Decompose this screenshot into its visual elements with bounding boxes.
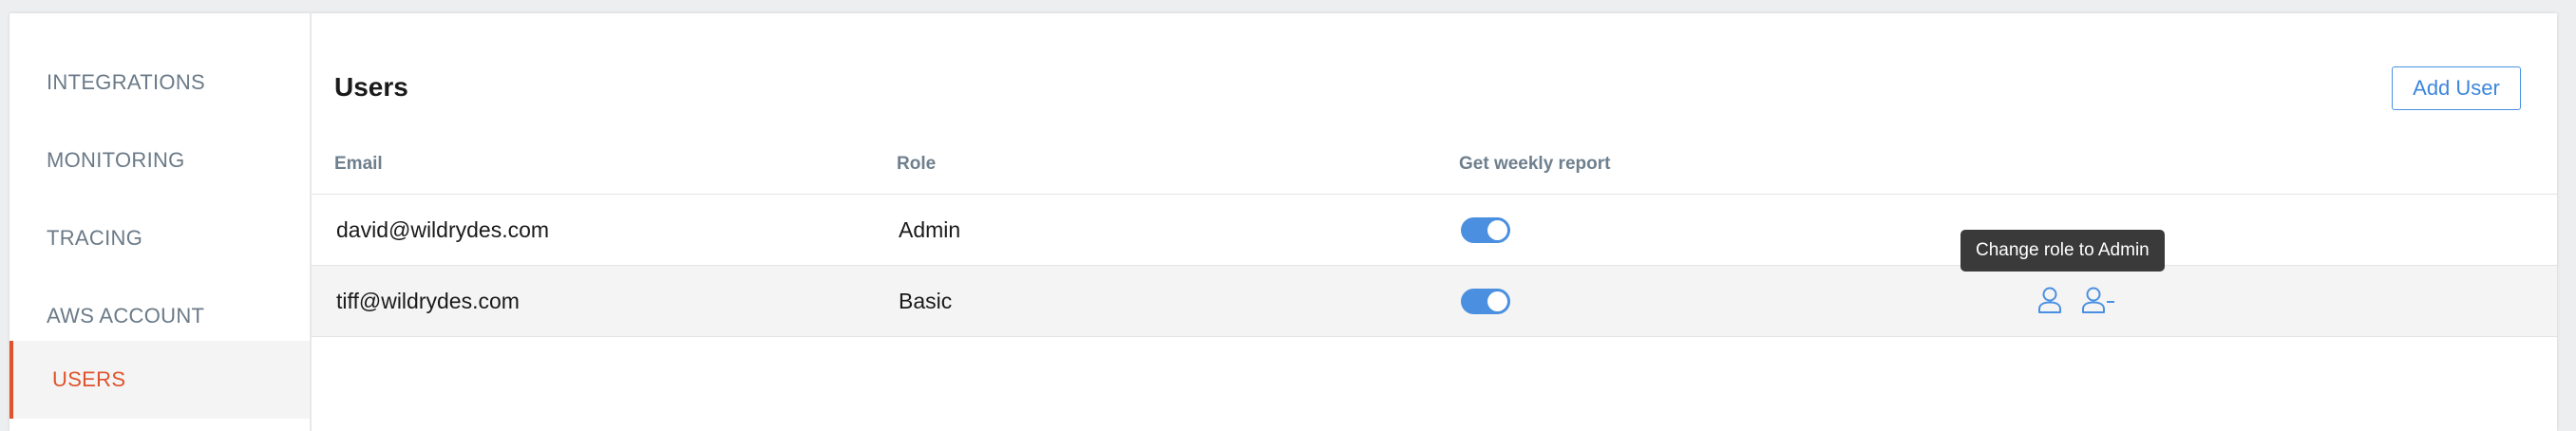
change-role-tooltip: Change role to Admin [1960, 230, 2165, 272]
sidebar-item-integrations[interactable]: INTEGRATIONS [9, 44, 310, 122]
toggle-knob [1487, 291, 1507, 311]
remove-user-icon[interactable] [2080, 283, 2118, 317]
toggle-knob [1487, 220, 1507, 240]
user-email: tiff@wildrydes.com [336, 289, 520, 313]
user-role: Basic [899, 289, 953, 313]
settings-card: INTEGRATIONS MONITORING TRACING AWS ACCO… [9, 13, 2557, 431]
column-header-role: Role [897, 154, 937, 174]
change-role-user-icon[interactable] [2034, 283, 2066, 317]
users-table: Email Role Get weekly report david@wildr… [312, 144, 2557, 337]
sidebar-item-tracing[interactable]: TRACING [9, 199, 310, 277]
user-role: Admin [899, 217, 961, 242]
sidebar-item-label: INTEGRATIONS [47, 70, 205, 94]
page-title: Users [334, 72, 408, 102]
sidebar-item-label: TRACING [47, 226, 143, 250]
add-user-button[interactable]: Add User [2392, 66, 2521, 110]
column-header-email: Email [334, 154, 383, 174]
weekly-report-toggle[interactable] [1461, 217, 1510, 243]
weekly-report-toggle[interactable] [1461, 289, 1510, 314]
table-header: Email Role Get weekly report [312, 144, 2557, 195]
sidebar-item-label: USERS [52, 367, 126, 391]
column-header-weekly-report: Get weekly report [1459, 154, 1611, 174]
sidebar-item-users[interactable]: USERS [9, 341, 310, 419]
sidebar-item-label: AWS ACCOUNT [47, 304, 205, 328]
sidebar-item-label: MONITORING [47, 148, 185, 172]
table-row: david@wildrydes.com Admin [312, 195, 2557, 266]
main-panel: Users Add User Email Role Get weekly rep… [312, 13, 2557, 431]
table-row: tiff@wildrydes.com Basic [312, 266, 2557, 337]
user-email: david@wildrydes.com [336, 217, 550, 242]
sidebar-item-monitoring[interactable]: MONITORING [9, 122, 310, 199]
sidebar: INTEGRATIONS MONITORING TRACING AWS ACCO… [9, 13, 312, 431]
